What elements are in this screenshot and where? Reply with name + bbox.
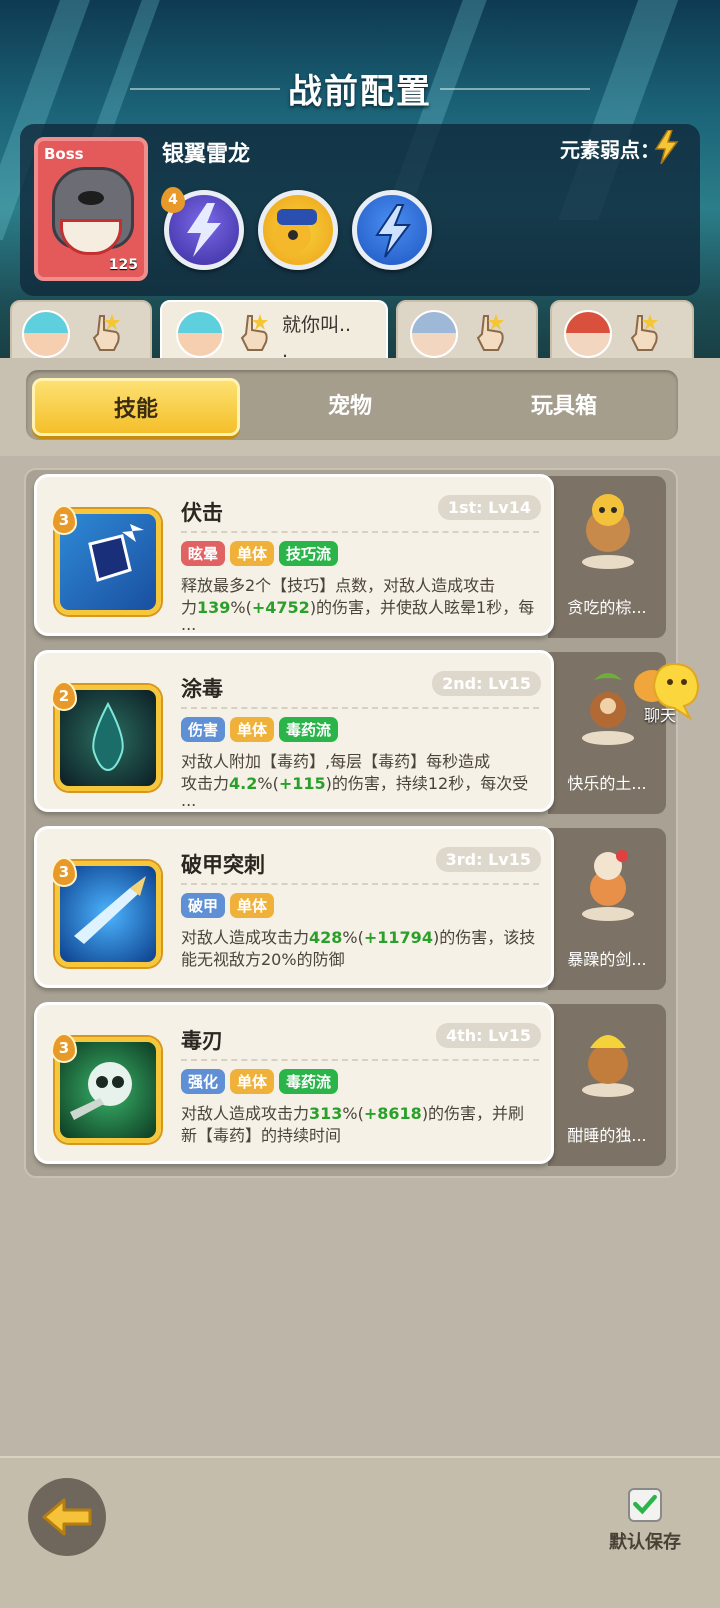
skill-description: 对敌人造成攻击力313%(+8618)的伤害，并刷 新【毒药】的持续时间 (181, 1104, 525, 1145)
hero-tab-1[interactable] (10, 300, 152, 360)
tag: 技巧流 (279, 541, 339, 566)
pet-name: 暴躁的剑... (567, 950, 647, 969)
skill-description: 对敌人造成攻击力428%(+11794)的伤害，该技 能无视敌方20%的防御 (181, 928, 536, 969)
lightning-icon (654, 130, 679, 164)
pet-slot[interactable]: 贪吃的棕... (548, 476, 666, 638)
pet-slot[interactable]: 暴躁的剑... (548, 828, 666, 990)
tab-pets[interactable]: 宠物 (250, 378, 450, 436)
page-title: 战前配置 (288, 72, 432, 112)
boss-level: 125 (108, 257, 138, 273)
skill-tags: 破甲 单体 (181, 893, 275, 918)
boss-eye (78, 191, 104, 205)
tab-toy-box[interactable]: 玩具箱 (464, 378, 664, 436)
skill-card[interactable]: 3 伏击 1st: Lv14 眩晕 单体 技巧流 释放最多2个【技巧】点数，对敌… (34, 474, 554, 636)
skill-level-badge: 3 (51, 1033, 77, 1063)
skill-name: 毒刃 (181, 1029, 223, 1053)
back-arrow-icon (42, 1498, 92, 1536)
tap-hand-icon (240, 314, 268, 351)
hero-tab-4[interactable] (550, 300, 694, 360)
boss-portrait[interactable]: Boss 125 (34, 137, 148, 281)
tap-hand-icon (92, 314, 120, 351)
pet-bee-bear-icon (582, 494, 634, 569)
pet-slot[interactable]: 酣睡的独... (548, 1004, 666, 1166)
pet-sleepy-unicorn-icon (582, 1035, 634, 1097)
pet-samurai-cat-icon (582, 850, 634, 921)
tag: 破甲 (181, 893, 226, 918)
chat-label: 聊天 (644, 706, 677, 725)
boss-badge: Boss (44, 145, 84, 163)
default-save-label: 默认保存 (609, 1532, 681, 1553)
pet-name: 贪吃的棕... (567, 598, 647, 617)
element-weakness-label: 元素弱点： (560, 138, 660, 162)
skill-slot-level: 2nd: Lv15 (432, 671, 541, 696)
skill-name: 破甲突刺 (181, 853, 265, 877)
divider (181, 883, 539, 885)
skill-slot-level: 4th: Lv15 (435, 1023, 541, 1048)
tag: 强化 (181, 1069, 226, 1094)
skill-level-badge: 3 (51, 857, 77, 887)
skill-level-badge: 4 (161, 187, 185, 213)
skill-name: 伏击 (181, 501, 223, 525)
default-save-checkbox[interactable] (628, 1488, 662, 1522)
skill-tags: 眩晕 单体 技巧流 (181, 541, 339, 566)
tag: 单体 (230, 1069, 275, 1094)
hero-tab-3[interactable] (396, 300, 538, 360)
skill-tags: 强化 单体 毒药流 (181, 1069, 339, 1094)
skill-level-badge: 3 (51, 505, 77, 535)
tag: 单体 (230, 541, 275, 566)
hero-tab-name: 就你叫.. . (282, 314, 352, 362)
boss-name: 银翼雷龙 (162, 142, 251, 167)
divider (181, 1059, 539, 1061)
checkmark-icon (633, 1494, 657, 1515)
tab-skills[interactable]: 技能 (32, 378, 240, 436)
hero-avatar (22, 310, 70, 358)
tag: 眩晕 (181, 541, 226, 566)
skill-card[interactable]: 3 毒刃 4th: Lv15 强化 单体 毒药流 对敌人造成攻击力313%(+8… (34, 1002, 554, 1164)
skill-name: 涂毒 (181, 677, 223, 701)
pet-name: 酣睡的独... (567, 1126, 647, 1145)
tag: 单体 (230, 717, 275, 742)
skill-card[interactable]: 2 涂毒 2nd: Lv15 伤害 单体 毒药流 对敌人附加【毒药】,每层【毒药… (34, 650, 554, 812)
tag: 单体 (230, 893, 275, 918)
skill-slot-level: 1st: Lv14 (437, 495, 541, 520)
divider (181, 707, 539, 709)
tag: 伤害 (181, 717, 226, 742)
boss-skill-creature-icon[interactable] (258, 190, 338, 270)
tag: 毒药流 (279, 1069, 339, 1094)
skill-level-badge: 2 (51, 681, 77, 711)
skill-description: 释放最多2个【技巧】点数，对敌人造成攻击 力139%(+4752)的伤害，并使敌… (181, 576, 535, 634)
pet-name: 快乐的土... (567, 774, 647, 793)
boss-jaw (60, 219, 122, 255)
tag: 毒药流 (279, 717, 339, 742)
tap-hand-icon (630, 314, 658, 351)
divider (181, 531, 539, 533)
boss-skill-lightning-icon[interactable] (352, 190, 432, 270)
hero-avatar (564, 310, 612, 358)
hero-avatar (410, 310, 458, 358)
back-button[interactable] (28, 1478, 106, 1556)
skill-description: 对敌人附加【毒药】,每层【毒药】每秒造成 攻击力4.2%(+115)的伤害，持续… (181, 752, 529, 810)
skill-card[interactable]: 3 破甲突刺 3rd: Lv15 破甲 单体 对敌人造成攻击力428%(+117… (34, 826, 554, 988)
skill-tags: 伤害 单体 毒药流 (181, 717, 339, 742)
hero-avatar (176, 310, 224, 358)
skill-slot-level: 3rd: Lv15 (435, 847, 541, 872)
tap-hand-icon (476, 314, 504, 351)
